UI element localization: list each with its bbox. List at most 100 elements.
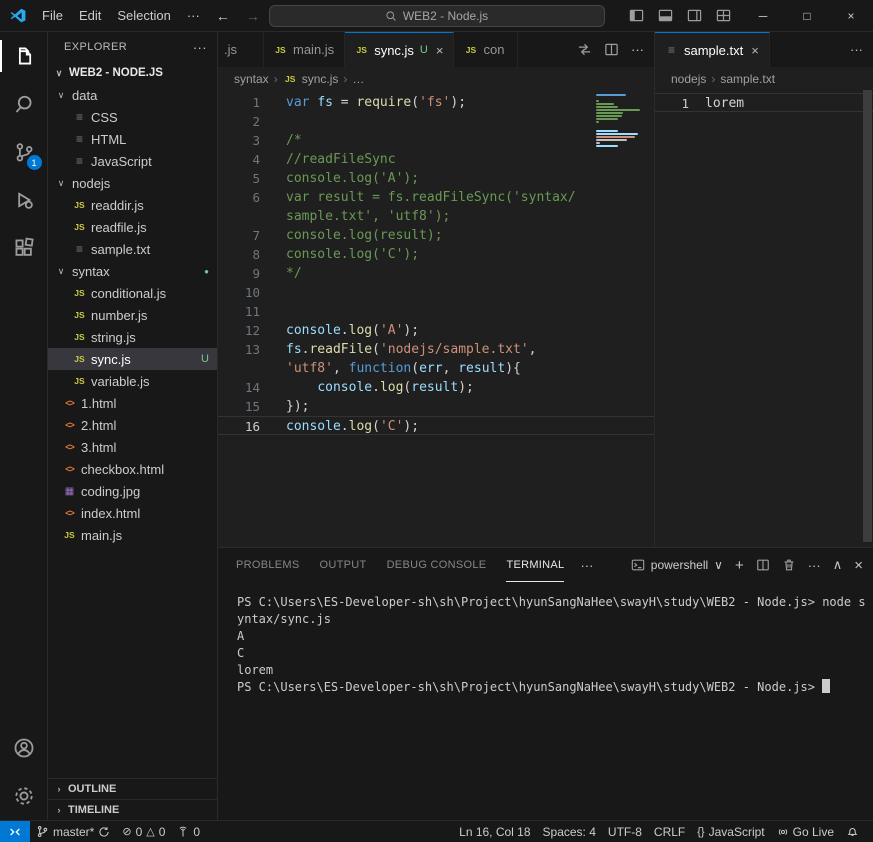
tree-item-conditional-js[interactable]: JS conditional.js	[48, 282, 217, 304]
tree-item-javascript[interactable]: ≡ JavaScript	[48, 150, 217, 172]
tab-js[interactable]: .js	[218, 32, 264, 67]
tree-item-sample-txt[interactable]: ≡ sample.txt	[48, 238, 217, 260]
tree-item-checkbox-html[interactable]: <> checkbox.html	[48, 458, 217, 480]
outline-section[interactable]: › OUTLINE	[48, 778, 217, 799]
tree-item-index-html[interactable]: <> index.html	[48, 502, 217, 524]
remote-indicator[interactable]	[0, 821, 30, 842]
tree-item-html[interactable]: ≡ HTML	[48, 128, 217, 150]
minimize-button[interactable]: ─	[741, 0, 785, 31]
code-line[interactable]: 9 */	[218, 264, 654, 283]
code-line[interactable]: 2	[218, 112, 654, 131]
eol-sequence[interactable]: CRLF	[648, 821, 691, 842]
activity-search[interactable]	[0, 80, 48, 128]
explorer-more-actions-icon[interactable]: ···	[193, 40, 207, 55]
language-mode[interactable]: {} JavaScript	[691, 821, 770, 842]
code-line[interactable]: 1 var fs = require('fs');	[218, 93, 654, 112]
code-line[interactable]: 7 console.log(result);	[218, 226, 654, 245]
menu-selection[interactable]: Selection	[109, 5, 178, 26]
panel-tab-problems[interactable]: PROBLEMS	[236, 548, 300, 582]
breadcrumb-item-sample-txt[interactable]: sample.txt	[720, 72, 775, 86]
close-panel-icon[interactable]: ×	[854, 557, 863, 574]
toggle-primary-sidebar-icon[interactable]	[629, 8, 644, 23]
close-window-button[interactable]: ×	[829, 0, 873, 31]
code-line[interactable]: 8 console.log('C');	[218, 245, 654, 264]
code-line[interactable]: 10	[218, 283, 654, 302]
breadcrumb-item-syntax[interactable]: syntax	[234, 72, 269, 86]
code-line[interactable]: 6 var result = fs.readFileSync('syntax/	[218, 188, 654, 207]
code-line[interactable]: 11	[218, 302, 654, 321]
tree-item-variable-js[interactable]: JS variable.js	[48, 370, 217, 392]
open-changes-icon[interactable]	[577, 42, 592, 57]
git-branch-status[interactable]: master*	[30, 821, 116, 842]
tree-item-1-html[interactable]: <> 1.html	[48, 392, 217, 414]
indentation[interactable]: Spaces: 4	[537, 821, 602, 842]
cursor-position[interactable]: Ln 16, Col 18	[453, 821, 536, 842]
breadcrumb-item-sync-js[interactable]: JS sync.js	[283, 72, 338, 86]
activity-source-control[interactable]: 1	[0, 128, 48, 176]
code-editor-sample-txt[interactable]: 1 lorem	[655, 90, 873, 547]
panel-tab-terminal[interactable]: TERMINAL	[506, 548, 565, 582]
code-line[interactable]: 14 console.log(result);	[218, 378, 654, 397]
activity-extensions[interactable]	[0, 224, 48, 272]
activity-explorer[interactable]	[0, 32, 48, 80]
maximize-panel-icon[interactable]: ∧	[833, 557, 843, 573]
code-line[interactable]: 1 lorem	[655, 93, 873, 112]
tree-item-data[interactable]: ∨ data	[48, 84, 217, 106]
code-line[interactable]: sample.txt', 'utf8');	[218, 207, 654, 226]
code-line[interactable]: 15});	[218, 397, 654, 416]
more-actions-icon[interactable]: ···	[850, 42, 863, 57]
code-line[interactable]: 16 console.log('C');	[218, 416, 654, 435]
encoding[interactable]: UTF-8	[602, 821, 648, 842]
tab-main-js[interactable]: JS main.js	[264, 32, 346, 67]
notifications-bell[interactable]	[840, 821, 865, 842]
minimap[interactable]	[596, 94, 642, 148]
menu-file[interactable]: File	[34, 5, 71, 26]
panel-tab-debug-console[interactable]: DEBUG CONSOLE	[387, 548, 487, 582]
back-arrow-icon[interactable]: ←	[208, 8, 238, 24]
new-terminal-icon[interactable]: +	[735, 557, 744, 574]
close-icon[interactable]: ×	[751, 43, 759, 58]
tab-sample-txt[interactable]: ≡ sample.txt ×	[655, 32, 770, 67]
activity-account[interactable]	[0, 724, 48, 772]
tab-con[interactable]: JS con	[454, 32, 519, 67]
panel-more-actions-icon[interactable]: ···	[808, 558, 821, 573]
ports-status[interactable]: 0	[171, 821, 206, 842]
tree-item-coding-jpg[interactable]: ▦ coding.jpg	[48, 480, 217, 502]
breadcrumb-item-nodejs[interactable]: nodejs	[671, 72, 706, 86]
kill-terminal-icon[interactable]	[782, 558, 796, 572]
code-line[interactable]: 12 console.log('A');	[218, 321, 654, 340]
tree-item-main-js[interactable]: JS main.js	[48, 524, 217, 546]
code-line[interactable]: 'utf8', function(err, result){	[218, 359, 654, 378]
menu-more[interactable]: ···	[179, 5, 208, 26]
tree-item-sync-js[interactable]: JS sync.js U	[48, 348, 217, 370]
activity-run-debug[interactable]	[0, 176, 48, 224]
more-actions-icon[interactable]: ···	[631, 42, 644, 57]
tree-item-readdir-js[interactable]: JS readdir.js	[48, 194, 217, 216]
panel-more-tabs-icon[interactable]: ···	[580, 558, 593, 573]
code-line[interactable]: 5 console.log('A');	[218, 169, 654, 188]
toggle-secondary-sidebar-icon[interactable]	[687, 8, 702, 23]
timeline-section[interactable]: › TIMELINE	[48, 799, 217, 820]
terminal-output[interactable]: PS C:\Users\ES-Developer-sh\sh\Project\h…	[218, 582, 873, 820]
split-editor-icon[interactable]	[604, 42, 619, 57]
scrollbar[interactable]	[863, 90, 872, 542]
tree-item-3-html[interactable]: <> 3.html	[48, 436, 217, 458]
customize-layout-icon[interactable]	[716, 8, 731, 23]
close-icon[interactable]: ×	[436, 43, 444, 58]
tree-item-css[interactable]: ≡ CSS	[48, 106, 217, 128]
maximize-button[interactable]: □	[785, 0, 829, 31]
menu-edit[interactable]: Edit	[71, 5, 109, 26]
shell-selector[interactable]: powershell ∨	[631, 558, 723, 572]
panel-tab-output[interactable]: OUTPUT	[320, 548, 367, 582]
tree-item-number-js[interactable]: JS number.js	[48, 304, 217, 326]
activity-settings[interactable]	[0, 772, 48, 820]
tab-sync-js[interactable]: JS sync.js U ×	[345, 32, 455, 67]
tree-item-syntax[interactable]: ∨ syntax ●	[48, 260, 217, 282]
code-line[interactable]: 4 //readFileSync	[218, 150, 654, 169]
toggle-panel-icon[interactable]	[658, 8, 673, 23]
command-center-search[interactable]: WEB2 - Node.js	[268, 5, 605, 27]
code-editor-sync-js[interactable]: 1 var fs = require('fs'); 2 3 /* 4 //readFileS…	[218, 90, 654, 547]
tree-item-string-js[interactable]: JS string.js	[48, 326, 217, 348]
code-line[interactable]: 13 fs.readFile('nodejs/sample.txt',	[218, 340, 654, 359]
tree-item-nodejs[interactable]: ∨ nodejs	[48, 172, 217, 194]
